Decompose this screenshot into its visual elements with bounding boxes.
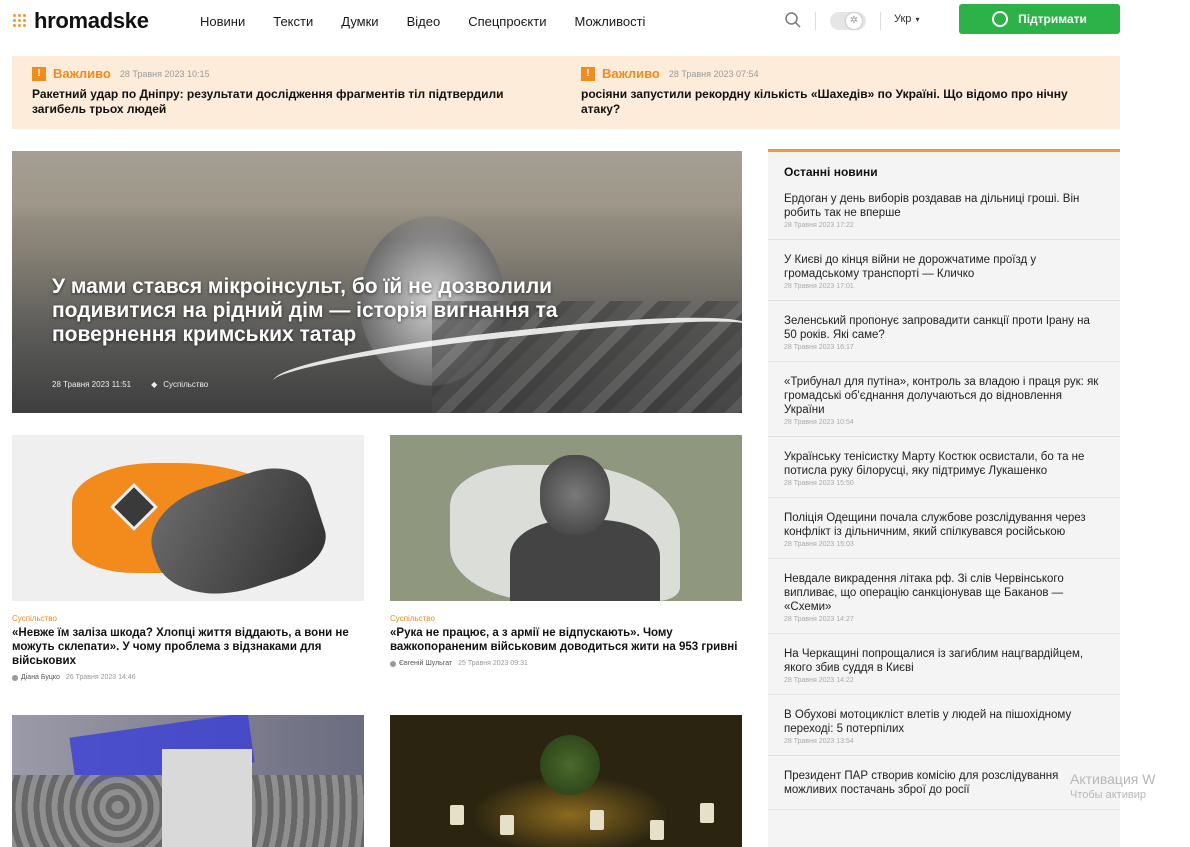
important-date: 28 Травня 2023 10:15 <box>119 68 210 79</box>
article-image[interactable] <box>390 715 742 847</box>
important-news-banner: ! Важливо 28 Травня 2023 10:15 Ракетний … <box>12 56 1120 129</box>
article-card[interactable]: Суспільство «Рука не працює, а з армії н… <box>390 435 742 667</box>
sidebar-news-date <box>784 799 1104 809</box>
logo[interactable]: hromadske <box>12 8 149 34</box>
article-meta: Євгеній Шульгат 25 Травня 2023 09:31 <box>390 660 742 667</box>
sidebar-news-date: 28 Травня 2023 14:22 <box>784 677 854 684</box>
sidebar-news-date: 28 Травня 2023 13:54 <box>784 738 854 745</box>
user-icon <box>390 660 396 667</box>
logo-text: hromadske <box>34 8 149 33</box>
hero-article[interactable]: У мами стався мікроінсульт, бо їй не доз… <box>12 151 742 413</box>
sidebar-news-date: 28 Травня 2023 10:54 <box>784 419 854 426</box>
important-title[interactable]: Ракетний удар по Дніпру: результати досл… <box>32 87 552 117</box>
activation-subline: Чтобы активир <box>1070 789 1146 801</box>
sidebar-news-title[interactable]: Зеленський пропонує запровадити санкції … <box>784 312 1104 342</box>
activation-line: Активация W <box>1070 771 1156 787</box>
sidebar-news-title[interactable]: В Обухові мотоцикліст влетів у людей на … <box>784 706 1104 736</box>
sidebar-news-date: 28 Травня 2023 15:50 <box>784 480 854 487</box>
article-date: 25 Травня 2023 09:31 <box>458 660 528 667</box>
sidebar-news-title[interactable]: На Черкащині попрощалися із загиблим нац… <box>784 645 1104 675</box>
sidebar-news-title[interactable]: Українську тенісистку Марту Костюк освис… <box>784 448 1104 478</box>
article-category[interactable]: Суспільство <box>390 614 742 623</box>
sidebar-news-title[interactable]: Ердоган у день виборів роздавав на дільн… <box>784 190 1104 220</box>
hero-image <box>12 151 742 241</box>
important-title[interactable]: росіяни запустили рекордну кількість «Ша… <box>581 87 1101 117</box>
article-author[interactable]: Євгеній Шульгат <box>399 660 452 667</box>
sidebar-news-date: 28 Травня 2023 17:22 <box>784 222 854 229</box>
sidebar-news-title[interactable]: Президент ПАР створив комісію для розслі… <box>784 767 1104 797</box>
article-image[interactable] <box>12 715 364 847</box>
windows-activation-watermark: Активация W Чтобы активир <box>1070 771 1155 801</box>
exclamation-icon: ! <box>32 66 46 81</box>
sidebar-news-item[interactable]: Президент ПАР створив комісію для розслі… <box>768 756 1120 810</box>
sidebar-news-item[interactable]: В Обухові мотоцикліст влетів у людей на … <box>768 695 1120 756</box>
article-date: 26 Травня 2023 14:46 <box>65 674 136 681</box>
heart-hands-icon <box>992 11 1009 27</box>
sidebar-title: Останні новини <box>784 165 878 179</box>
sidebar-news-title[interactable]: Поліція Одещини почала службове розсліду… <box>784 509 1104 539</box>
tag-icon: ◆ <box>151 380 158 389</box>
site-header: hromadske Новини Тексти Думки Відео Спец… <box>0 0 1190 44</box>
important-item[interactable]: ! Важливо 28 Травня 2023 07:54 росіяни з… <box>581 66 1101 117</box>
nav-item-video[interactable]: Відео <box>407 14 441 29</box>
sidebar-news-item[interactable]: «Трибунал для путіна», контроль за владо… <box>768 362 1120 437</box>
search-icon[interactable] <box>784 11 802 29</box>
support-button-label: Підтримати <box>1018 12 1087 26</box>
language-label: Укр <box>894 13 912 25</box>
article-card[interactable]: Суспільство «Невже їм заліза шкода? Хлоп… <box>12 435 364 681</box>
logo-mark-icon <box>12 12 30 30</box>
sidebar-news-date: 28 Травня 2023 15:03 <box>784 541 854 548</box>
sidebar-news-date: 28 Травня 2023 16:17 <box>784 344 854 351</box>
language-selector[interactable]: Укр ▾ <box>894 13 919 25</box>
hero-meta: 28 Травня 2023 11:51 ◆ Суспільство <box>52 380 208 389</box>
hero-title[interactable]: У мами стався мікроінсульт, бо їй не доз… <box>52 275 612 347</box>
header-divider <box>815 12 816 30</box>
main-nav: Новини Тексти Думки Відео Спецпроєкти Мо… <box>200 14 673 29</box>
article-image[interactable] <box>12 435 364 601</box>
sun-icon: ✲ <box>846 13 862 29</box>
nav-item-opinions[interactable]: Думки <box>341 14 378 29</box>
sidebar-news-title[interactable]: Невдале викрадення літака рф. Зі слів Че… <box>784 570 1104 614</box>
article-card[interactable] <box>390 715 742 847</box>
sidebar-news-item[interactable]: Зеленський пропонує запровадити санкції … <box>768 301 1120 362</box>
article-category[interactable]: Суспільство <box>12 614 364 623</box>
sidebar-news-date: 28 Травня 2023 14:27 <box>784 616 854 623</box>
support-button[interactable]: Підтримати <box>959 4 1120 34</box>
header-divider <box>880 12 881 30</box>
nav-item-news[interactable]: Новини <box>200 14 245 29</box>
exclamation-icon: ! <box>581 66 595 81</box>
hero-date: 28 Травня 2023 11:51 <box>52 380 132 389</box>
caret-down-icon: ▾ <box>915 14 920 24</box>
user-icon <box>12 674 18 681</box>
sidebar-news-item[interactable]: Невдале викрадення літака рф. Зі слів Че… <box>768 559 1120 634</box>
important-date: 28 Травня 2023 07:54 <box>668 68 759 79</box>
sidebar-news-title[interactable]: У Києві до кінця війни не дорожчатиме пр… <box>784 251 1104 281</box>
sidebar-news-item[interactable]: На Черкащині попрощалися із загиблим нац… <box>768 634 1120 695</box>
article-title[interactable]: «Рука не працює, а з армії не відпускают… <box>390 626 742 654</box>
sidebar-news-item[interactable]: Українську тенісистку Марту Костюк освис… <box>768 437 1120 498</box>
sidebar-news-date: 28 Травня 2023 17:01 <box>784 283 854 290</box>
nav-item-opportunities[interactable]: Можливості <box>574 14 645 29</box>
nav-item-texts[interactable]: Тексти <box>273 14 313 29</box>
sidebar-news-item[interactable]: У Києві до кінця війни не дорожчатиме пр… <box>768 240 1120 301</box>
article-meta: Діана Буцко 26 Травня 2023 14:46 <box>12 674 364 681</box>
nav-item-special-projects[interactable]: Спецпроєкти <box>468 14 546 29</box>
theme-toggle[interactable]: ✲ <box>830 12 866 30</box>
article-image[interactable] <box>390 435 742 601</box>
important-label: Важливо <box>602 66 660 81</box>
sidebar-news-item[interactable]: Ердоган у день виборів роздавав на дільн… <box>768 190 1120 240</box>
important-item[interactable]: ! Важливо 28 Травня 2023 10:15 Ракетний … <box>32 66 552 117</box>
hero-category[interactable]: Суспільство <box>163 380 208 389</box>
article-card[interactable] <box>12 715 364 847</box>
important-label: Важливо <box>53 66 111 81</box>
article-title[interactable]: «Невже їм заліза шкода? Хлопці життя від… <box>12 626 364 668</box>
article-author[interactable]: Діана Буцко <box>21 674 60 681</box>
sidebar-news-item[interactable]: Поліція Одещини почала службове розсліду… <box>768 498 1120 559</box>
latest-news-sidebar: Останні новини Ердоган у день виборів ро… <box>768 149 1120 847</box>
sidebar-news-title[interactable]: «Трибунал для путіна», контроль за владо… <box>784 373 1104 417</box>
